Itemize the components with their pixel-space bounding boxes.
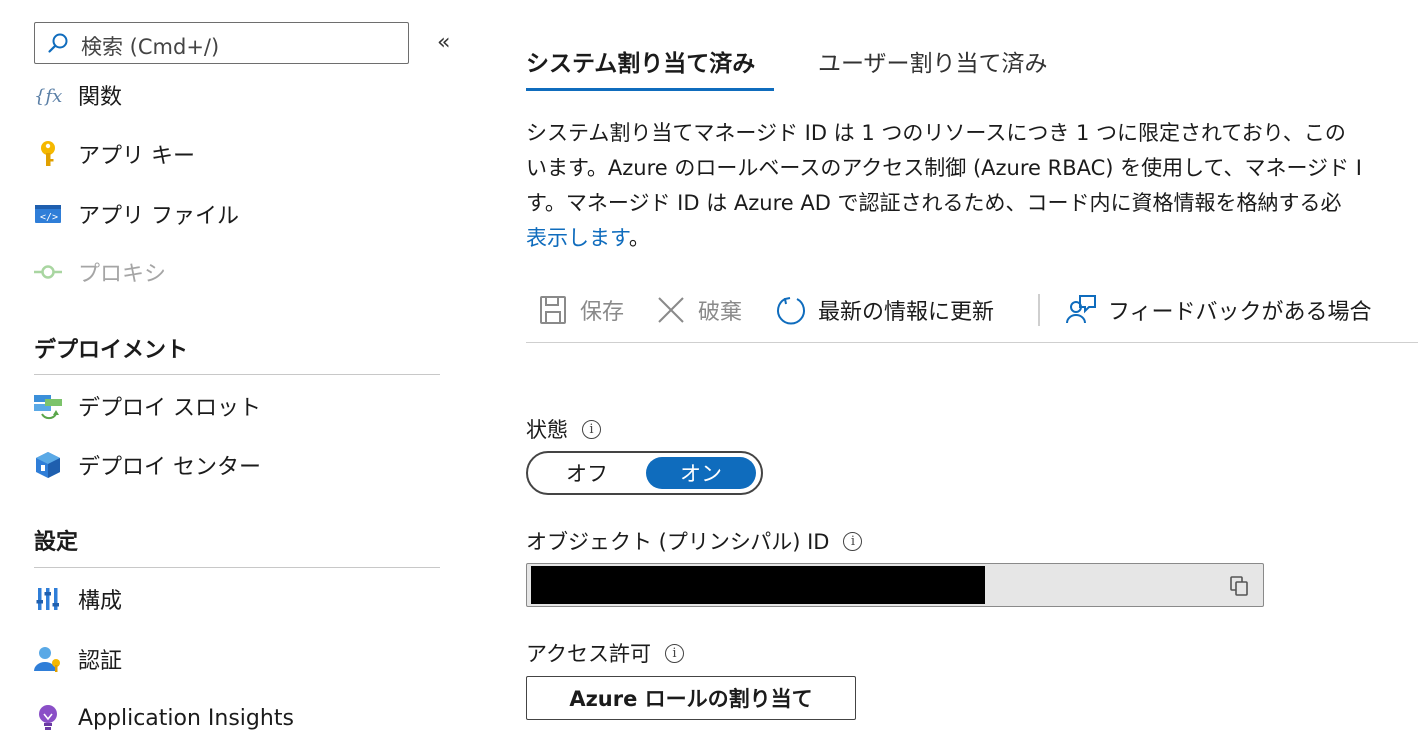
- sidebar-item-configuration[interactable]: 構成: [32, 582, 442, 616]
- section-divider: [34, 567, 440, 568]
- deployment-slots-icon: [32, 390, 64, 422]
- sidebar-item-label: 認証: [78, 649, 123, 674]
- description-line: システム割り当てマネージド ID は 1 つのリソースにつき 1 つに限定されて…: [526, 121, 1346, 145]
- sidebar-item-label: デプロイ スロット: [78, 396, 261, 421]
- description-line: います。Azure のロールベースのアクセス制御 (Azure RBAC) を使…: [526, 156, 1362, 180]
- sidebar-item-label: Application Insights: [78, 705, 294, 731]
- learn-more-link[interactable]: 表示します: [526, 226, 629, 250]
- toolbar-separator: [1038, 294, 1040, 326]
- description-text: システム割り当てマネージド ID は 1 つのリソースにつき 1 つに限定されて…: [526, 116, 1418, 256]
- sidebar-item-deployment-center[interactable]: デプロイ センター: [32, 448, 442, 482]
- refresh-button[interactable]: 最新の情報に更新: [774, 290, 994, 330]
- info-icon[interactable]: i: [582, 419, 601, 439]
- sidebar-item-label: アプリ ファイル: [78, 204, 239, 229]
- refresh-icon: [774, 293, 808, 327]
- feedback-label: フィードバックがある場合: [1108, 300, 1372, 325]
- sidebar-item-label: プロキシ: [78, 262, 167, 287]
- search-icon: [48, 33, 68, 53]
- status-label: 状態 i: [526, 414, 601, 444]
- sidebar-item-functions[interactable]: {fx} 関数: [32, 78, 442, 112]
- sidebar-item-label: デプロイ センター: [78, 455, 261, 480]
- collapse-sidebar-icon[interactable]: «: [437, 30, 450, 55]
- configuration-icon: [32, 583, 64, 615]
- description-line: す。マネージド ID は Azure AD で認証されるため、コード内に資格情報…: [526, 191, 1342, 215]
- sidebar-item-label: 関数: [78, 85, 123, 110]
- info-icon[interactable]: i: [664, 643, 684, 663]
- svg-text:</>: </>: [40, 212, 58, 223]
- copy-icon[interactable]: [1229, 575, 1249, 597]
- section-divider: [34, 374, 440, 375]
- sidebar-item-label: 構成: [78, 589, 123, 614]
- save-label: 保存: [580, 300, 625, 325]
- function-icon: {fx}: [32, 79, 64, 111]
- save-button[interactable]: 保存: [536, 290, 624, 330]
- save-icon: [536, 293, 570, 327]
- sidebar-item-deployment-slots[interactable]: デプロイ スロット: [32, 389, 442, 423]
- status-label-text: 状態: [526, 418, 568, 442]
- active-tab-indicator: [526, 88, 774, 91]
- search-placeholder: 検索 (Cmd+/): [81, 35, 220, 59]
- permissions-label-text: アクセス許可: [526, 642, 651, 666]
- lightbulb-icon: [32, 702, 64, 734]
- permissions-label: アクセス許可 i: [526, 638, 684, 668]
- sidebar-item-proxies[interactable]: プロキシ: [32, 255, 442, 289]
- azure-role-assignments-button[interactable]: Azure ロールの割り当て: [526, 676, 856, 720]
- info-icon[interactable]: i: [843, 531, 863, 551]
- section-heading-settings: 設定: [34, 530, 79, 555]
- search-input[interactable]: 検索 (Cmd+/): [34, 22, 409, 64]
- discard-button[interactable]: 破棄: [654, 290, 742, 330]
- discard-label: 破棄: [698, 300, 743, 325]
- sidebar-item-app-keys[interactable]: アプリ キー: [32, 137, 442, 171]
- toggle-off-option[interactable]: オフ: [532, 457, 642, 489]
- sidebar-item-app-files[interactable]: </> アプリ ファイル: [32, 197, 442, 231]
- svg-text:{fx}: {fx}: [34, 86, 63, 107]
- object-id-label-text: オブジェクト (プリンシパル) ID: [526, 530, 830, 554]
- sidebar-item-application-insights[interactable]: Application Insights: [32, 701, 442, 735]
- authentication-icon: [32, 643, 64, 675]
- tab-system-assigned[interactable]: システム割り当て済み: [526, 44, 755, 78]
- feedback-icon: [1064, 293, 1098, 327]
- sidebar-item-label: アプリ キー: [78, 144, 195, 169]
- section-heading-deployment: デプロイメント: [34, 338, 189, 363]
- feedback-button[interactable]: フィードバックがある場合: [1064, 290, 1372, 330]
- tab-user-assigned[interactable]: ユーザー割り当て済み: [818, 44, 1048, 78]
- proxy-icon: [32, 256, 64, 288]
- code-file-icon: </>: [32, 198, 64, 230]
- object-id-label: オブジェクト (プリンシパル) ID i: [526, 526, 863, 556]
- key-icon: [32, 138, 64, 170]
- sidebar-item-authentication[interactable]: 認証: [32, 642, 442, 676]
- toggle-on-option[interactable]: オン: [646, 457, 756, 489]
- object-id-field[interactable]: [526, 563, 1264, 607]
- close-icon: [654, 293, 688, 327]
- command-bar: 保存 破棄 最新の情報に更新 フィードバックがある場合: [526, 286, 1418, 343]
- description-tail: 。: [628, 226, 650, 250]
- status-toggle[interactable]: オフ オン: [526, 451, 763, 495]
- refresh-label: 最新の情報に更新: [818, 300, 995, 325]
- redacted-value: [531, 566, 985, 604]
- deployment-center-icon: [32, 449, 64, 481]
